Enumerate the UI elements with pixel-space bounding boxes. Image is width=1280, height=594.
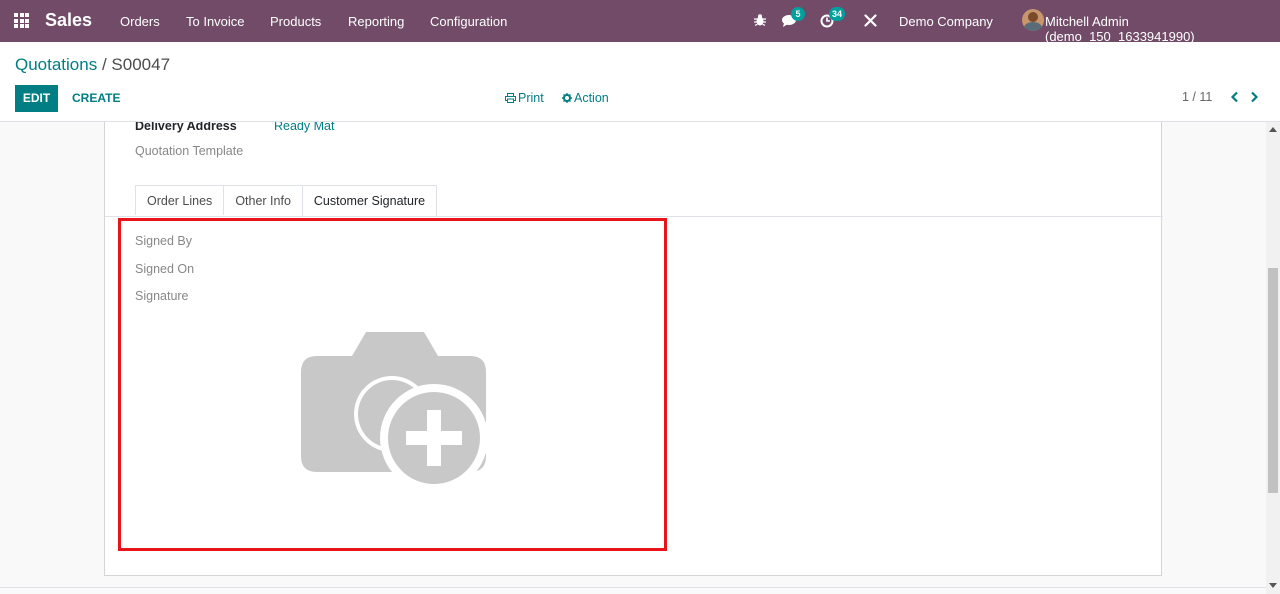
app-name[interactable]: Sales	[45, 10, 92, 31]
activities-badge: 34	[829, 7, 846, 21]
action-label: Action	[574, 91, 609, 105]
tab-divider	[105, 216, 1163, 217]
action-button[interactable]: Action	[562, 91, 609, 106]
notebook-tabs: Order Lines Other Info Customer Signatur…	[135, 185, 438, 216]
tab-customer-signature[interactable]: Customer Signature	[301, 185, 438, 216]
messages-badge: 5	[791, 7, 805, 21]
create-button[interactable]: CREATE	[64, 85, 128, 112]
top-navbar: Sales Orders To Invoice Products Reporti…	[0, 0, 1280, 44]
edit-button[interactable]: EDIT	[15, 85, 58, 112]
apps-icon[interactable]	[14, 13, 31, 28]
menu-orders[interactable]: Orders	[120, 14, 160, 29]
bottom-divider	[0, 587, 1266, 588]
chat-icon[interactable]: 5	[782, 7, 805, 28]
menu-reporting[interactable]: Reporting	[348, 14, 404, 29]
print-button[interactable]: Print	[505, 91, 544, 106]
signature-label: Signature	[135, 289, 189, 303]
chevron-left-icon[interactable]	[1230, 90, 1239, 106]
quotation-template-label: Quotation Template	[135, 144, 244, 158]
signed-by-label: Signed By	[135, 234, 192, 248]
print-label: Print	[518, 91, 544, 105]
clock-icon[interactable]: 34	[820, 7, 846, 28]
print-icon	[505, 92, 516, 106]
menu-to-invoice[interactable]: To Invoice	[186, 14, 245, 29]
pager-value[interactable]: 1 / 11	[1182, 90, 1212, 104]
form-sheet: Delivery Address Ready Mat Quotation Tem…	[104, 122, 1163, 576]
scroll-down-arrow[interactable]	[1269, 583, 1277, 588]
breadcrumb-separator: /	[97, 55, 112, 74]
company-switcher[interactable]: Demo Company	[899, 14, 993, 29]
gear-icon	[562, 92, 572, 106]
bug-icon[interactable]	[753, 13, 767, 27]
user-menu[interactable]: Mitchell Admin (demo_150_1633941990)	[1045, 14, 1280, 44]
chevron-right-icon[interactable]	[1250, 90, 1259, 106]
scroll-thumb[interactable]	[1268, 268, 1278, 493]
signed-on-label: Signed On	[135, 262, 195, 276]
form-view: Delivery Address Ready Mat Quotation Tem…	[0, 122, 1266, 588]
delivery-address-label: Delivery Address	[135, 122, 237, 133]
control-panel: Quotations / S00047 EDIT CREATE Print Ac…	[0, 42, 1280, 122]
user-avatar[interactable]	[1022, 9, 1044, 31]
menu-products[interactable]: Products	[270, 14, 321, 29]
tools-icon[interactable]	[864, 14, 877, 27]
breadcrumb-current: S00047	[111, 55, 171, 74]
breadcrumb: Quotations / S00047	[15, 55, 170, 75]
breadcrumb-quotations[interactable]: Quotations	[15, 55, 97, 74]
scrollbar[interactable]	[1266, 122, 1280, 594]
camera-plus-icon[interactable]	[300, 328, 488, 498]
tab-other-info[interactable]: Other Info	[223, 185, 303, 215]
menu-configuration[interactable]: Configuration	[430, 14, 507, 29]
tab-order-lines[interactable]: Order Lines	[135, 185, 225, 215]
delivery-address-value[interactable]: Ready Mat	[274, 122, 334, 133]
scroll-up-arrow[interactable]	[1269, 127, 1277, 132]
